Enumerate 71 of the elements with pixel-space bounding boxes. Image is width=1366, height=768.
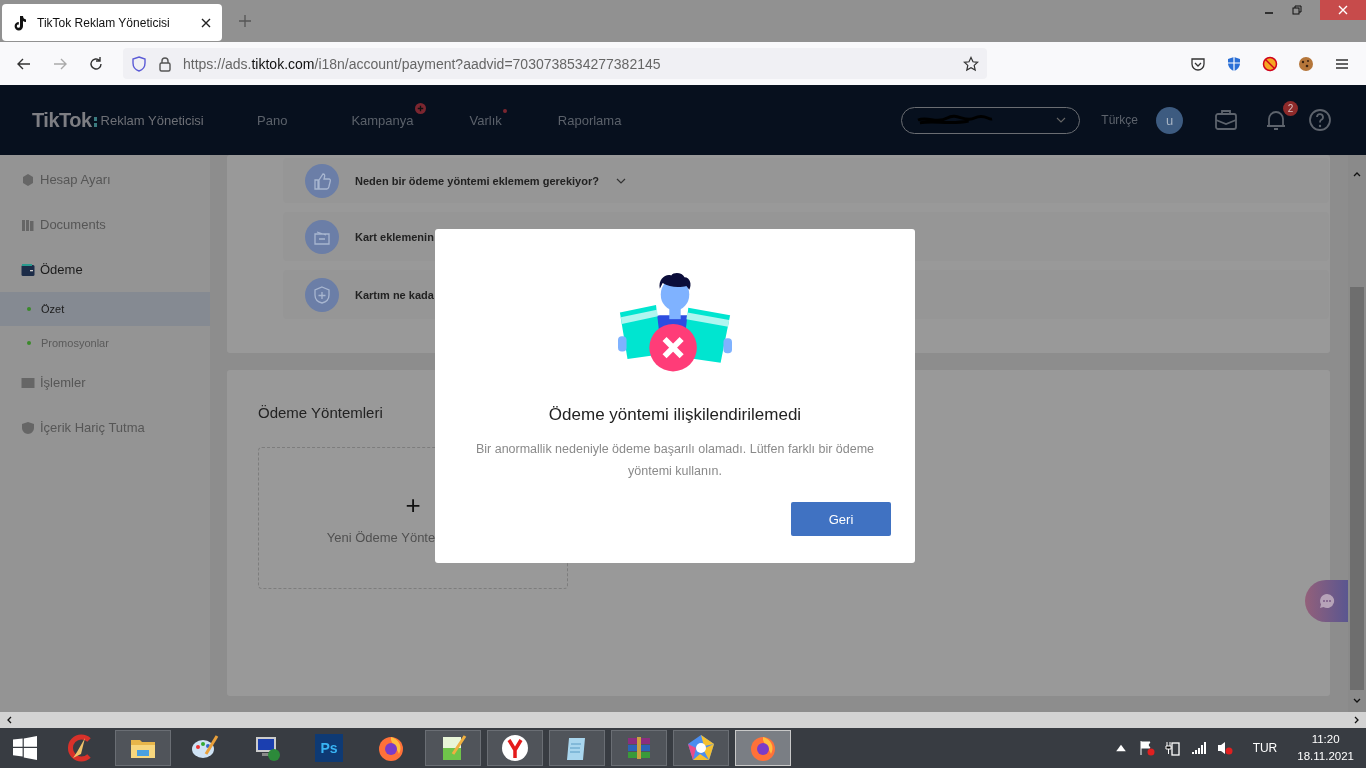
url-text: https://ads.tiktok.com/i18n/account/payment?aadvid=7030738534277382145 [183,55,662,72]
taskbar-app[interactable] [425,730,481,766]
sidebar-item-icon [21,217,35,232]
sidebar-subitem[interactable]: Özet [0,292,210,326]
letter-icon [501,734,529,762]
briefcase-icon[interactable] [1214,108,1238,132]
chat-button[interactable] [1305,580,1348,622]
sidebar-item[interactable]: İşlemler [0,360,210,405]
sidebar-item-icon [21,262,35,277]
sidebar-item-icon [21,375,35,390]
avatar[interactable]: u [1156,106,1183,134]
address-bar[interactable]: https://ads.tiktok.com/i18n/account/payment?aadvid=7030738534277382145 [123,48,987,79]
sidebar-item-icon [21,172,35,187]
pentagon-icon [687,734,715,762]
bell-icon[interactable] [1264,108,1288,132]
reload-icon[interactable] [88,55,104,72]
nav-link[interactable]: Raporlama [557,112,622,128]
cookie-icon[interactable] [1298,55,1314,72]
browser-icon [749,734,777,762]
input-language[interactable]: TUR [1252,741,1278,755]
tiktok-logo-icon [12,14,28,31]
sidebar-item[interactable]: Hesap Ayarı [0,157,210,202]
pocket-icon[interactable] [1190,55,1206,72]
scrollbar-thumb[interactable] [1350,287,1364,690]
muted-speaker-icon[interactable] [1216,740,1233,756]
clock-date[interactable]: 18.11.2021 [1297,748,1354,765]
back-button[interactable]: Geri [791,502,891,536]
close-icon[interactable] [200,16,212,29]
notification-count: 2 [1283,101,1298,116]
language-selector[interactable]: Türkçe [1101,113,1138,127]
help-icon[interactable] [1308,108,1332,132]
windows-logo-icon [13,736,37,760]
taskbar-app[interactable] [487,730,543,766]
taskbar-app[interactable] [735,730,791,766]
taskbar-app[interactable] [549,730,605,766]
star-icon[interactable] [963,55,979,72]
section-title: Ödeme Yöntemleri [258,404,383,421]
ps-icon: Ps [315,734,343,762]
blocked-icon[interactable] [1262,55,1278,72]
restore-icon[interactable] [1292,5,1302,15]
taskbar-app[interactable]: Ps [301,730,357,766]
sidebar-item[interactable]: İçerik Hariç Tutma [0,405,210,450]
lock-icon [157,55,173,72]
monitor-icon [253,734,281,762]
faq-icon [305,163,339,198]
books-icon [625,734,653,762]
shield-icon [131,55,147,72]
clock-time[interactable]: 11:20 [1311,731,1340,748]
sidebar-item-icon [21,420,35,435]
battery-icon[interactable] [1164,740,1181,756]
tab-title: TikTok Reklam Yöneticisi [37,15,171,30]
faq-icon [305,277,339,312]
browser-icon [377,734,405,762]
browser-tab[interactable]: TikTok Reklam Yöneticisi [2,4,222,41]
dialog-title: Ödeme yöntemi ilişkilendirilemedi [548,405,802,425]
faq-icon [305,219,339,254]
taskbar-app[interactable] [115,730,171,766]
sidebar-item[interactable]: Ödeme [0,247,210,292]
close-icon [1338,5,1348,15]
nav-link[interactable]: Varlık [469,112,502,128]
notification-dot [502,108,507,113]
flag-icon[interactable] [1138,740,1155,756]
logo[interactable]: TikTok [32,108,92,132]
sidebar-item[interactable]: Documents [0,202,210,247]
new-badge-icon [414,102,426,114]
shield-icon[interactable] [1226,55,1242,72]
signal-icon[interactable] [1190,740,1207,756]
nav-link[interactable]: Pano [257,112,288,128]
logo-subtitle: Reklam Yöneticisi [100,112,204,128]
nav-link[interactable]: Kampanya [351,112,414,128]
taskbar-app[interactable] [673,730,729,766]
